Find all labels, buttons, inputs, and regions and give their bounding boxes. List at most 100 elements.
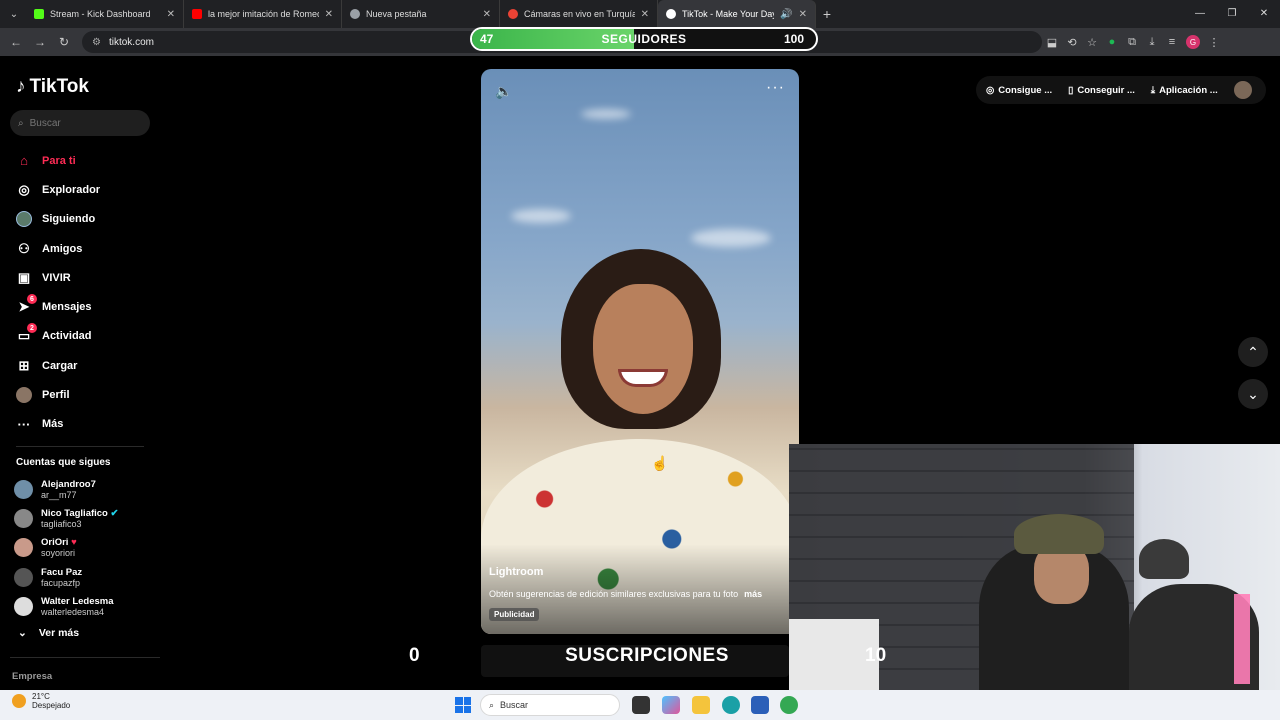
edge-icon[interactable] bbox=[722, 696, 740, 714]
home-icon: ⌂ bbox=[20, 153, 28, 169]
sidebar-item-label: VIVIR bbox=[42, 271, 71, 284]
extensions-icon[interactable]: ⧉ bbox=[1122, 36, 1142, 49]
avatar bbox=[14, 567, 33, 587]
star-icon[interactable]: ☆ bbox=[1082, 36, 1102, 49]
sidebar-item-vivir[interactable]: ▣ VIVIR bbox=[16, 263, 156, 292]
tab-tiktok[interactable]: TikTok - Make Your Day 🔊 ✕ bbox=[658, 0, 816, 28]
sidebar-item-mensajes[interactable]: ➤ 6 Mensajes bbox=[16, 292, 156, 321]
close-icon[interactable]: ✕ bbox=[799, 9, 807, 20]
user-avatar[interactable] bbox=[1234, 81, 1252, 99]
minimize-button[interactable]: — bbox=[1184, 0, 1216, 28]
subscriptions-title: SUSCRIPCIONES bbox=[565, 645, 729, 666]
followers-target: 100 bbox=[783, 32, 804, 46]
sidebar-item-cargar[interactable]: ⊞ Cargar bbox=[16, 351, 156, 380]
following-item[interactable]: Walter Ledesma walterledesma4 bbox=[14, 592, 118, 621]
webcam-overlay bbox=[789, 444, 1280, 690]
copilot-icon[interactable] bbox=[662, 696, 680, 714]
close-icon[interactable]: ✕ bbox=[167, 9, 175, 20]
tiktok-logo[interactable]: ♪ TikTok bbox=[16, 76, 89, 98]
sidebar-item-mas[interactable]: ··· Más bbox=[16, 410, 156, 439]
file-explorer-icon[interactable] bbox=[692, 696, 710, 714]
youtube-icon bbox=[192, 9, 202, 19]
sidebar-item-actividad[interactable]: ▭ 2 Actividad bbox=[16, 322, 156, 351]
video-author[interactable]: Lightroom bbox=[489, 566, 543, 578]
subscriptions-target: 10 bbox=[865, 645, 887, 666]
profile-avatar[interactable]: G bbox=[1186, 35, 1200, 49]
subscriptions-current: 0 bbox=[409, 645, 420, 666]
cloud-decoration bbox=[511, 209, 571, 223]
tab-new[interactable]: Nueva pestaña ✕ bbox=[342, 0, 500, 28]
sidebar-item-siguiendo[interactable]: Siguiendo bbox=[16, 205, 156, 234]
speaker-icon[interactable]: 🔊 bbox=[780, 9, 792, 20]
translate-icon[interactable]: ⟲ bbox=[1062, 36, 1082, 49]
next-video-button[interactable]: ⌄ bbox=[1238, 379, 1268, 409]
weather-widget[interactable]: 21°C Despejado bbox=[12, 692, 70, 710]
url-text: tiktok.com bbox=[108, 36, 154, 48]
following-item[interactable]: Alejandroo7 ar__m77 bbox=[14, 475, 118, 504]
avatar bbox=[14, 509, 33, 529]
store-icon[interactable] bbox=[751, 696, 769, 714]
sidebar-item-para-ti[interactable]: ⌂ Para ti bbox=[16, 146, 156, 175]
windows-start-icon[interactable] bbox=[455, 697, 471, 713]
site-info-icon[interactable]: ⚙ bbox=[92, 37, 101, 48]
volume-icon[interactable]: 🔈 bbox=[495, 83, 512, 100]
new-tab-button[interactable]: + bbox=[816, 6, 838, 22]
tab-search-button[interactable]: ⌄ bbox=[2, 3, 26, 25]
more-options-icon[interactable]: ··· bbox=[766, 79, 785, 97]
more-link[interactable]: más bbox=[744, 589, 762, 599]
search-input[interactable] bbox=[29, 117, 130, 129]
media-icon[interactable]: ≡ bbox=[1162, 36, 1182, 48]
desktop-app-button[interactable]: ⤓ Aplicación ... bbox=[1151, 85, 1218, 96]
followers-goal-bar: 47 SEGUIDORES 100 bbox=[470, 27, 818, 51]
taskbar-search-label: Buscar bbox=[500, 700, 529, 710]
account-handle: walterledesma4 bbox=[41, 606, 105, 617]
sidebar-item-label: Mensajes bbox=[42, 301, 92, 314]
previous-video-button[interactable]: ⌃ bbox=[1238, 337, 1268, 367]
restore-button[interactable]: ❐ bbox=[1216, 0, 1248, 28]
tab-youtube[interactable]: la mejor imitación de Romeo s ✕ bbox=[184, 0, 342, 28]
ad-badge: Publicidad bbox=[489, 608, 540, 621]
window-close-button[interactable]: ✕ bbox=[1248, 0, 1280, 28]
account-name: OriOri ♥ bbox=[41, 537, 77, 549]
download-icon[interactable]: ⤓ bbox=[1142, 36, 1162, 49]
back-icon[interactable]: ← bbox=[4, 35, 28, 49]
close-icon[interactable]: ✕ bbox=[325, 9, 333, 20]
sidebar-item-amigos[interactable]: ⚇ Amigos bbox=[16, 234, 156, 263]
following-item[interactable]: Nico Tagliafico ✔ tagliafico3 bbox=[14, 504, 118, 533]
cloud-decoration bbox=[581, 109, 631, 119]
more-icon: ··· bbox=[17, 416, 31, 432]
account-name: Nico Tagliafico ✔ bbox=[41, 508, 119, 520]
extension-green-icon[interactable]: ● bbox=[1102, 36, 1122, 48]
see-more-button[interactable]: ⌄ Ver más bbox=[18, 627, 79, 639]
menu-icon[interactable]: ⋮ bbox=[1204, 36, 1224, 49]
taskbar-search[interactable]: ⌕ Buscar bbox=[480, 694, 620, 716]
chrome-taskbar-icon[interactable] bbox=[780, 696, 798, 714]
sidebar-item-perfil[interactable]: Perfil bbox=[16, 380, 156, 409]
video-player[interactable]: 🔈 ··· Lightroom Obtén sugerencias de edi… bbox=[481, 69, 799, 634]
following-item[interactable]: Facu Paz facupazfp bbox=[14, 563, 118, 592]
reload-icon[interactable]: ↻ bbox=[52, 35, 76, 49]
forward-icon[interactable]: → bbox=[28, 35, 52, 49]
get-app-button[interactable]: ▯ Conseguir ... bbox=[1068, 85, 1135, 96]
task-view-icon[interactable] bbox=[632, 696, 650, 714]
cloud-decoration bbox=[691, 229, 771, 247]
following-item[interactable]: OriOri ♥ soyoriori bbox=[14, 533, 118, 562]
activity-icon: ▭ 2 bbox=[16, 323, 37, 344]
divider bbox=[10, 657, 160, 658]
tab-kick[interactable]: Stream - Kick Dashboard ✕ bbox=[26, 0, 184, 28]
sidebar-item-label: Siguiendo bbox=[42, 213, 96, 226]
install-app-icon[interactable]: ⬓ bbox=[1042, 36, 1062, 49]
weather-temp: 21°C bbox=[32, 692, 50, 701]
verified-icon: ✔ bbox=[110, 508, 119, 520]
tab-cameras[interactable]: Cámaras en vivo en Turquía ✕ bbox=[500, 0, 658, 28]
close-icon[interactable]: ✕ bbox=[641, 9, 649, 20]
sidebar-nav: ⌂ Para ti ◎ Explorador Siguiendo ⚇ Amigo… bbox=[16, 146, 156, 439]
search-box[interactable]: ⌕ bbox=[10, 110, 150, 136]
sidebar-item-label: Cargar bbox=[42, 359, 78, 372]
chevron-down-icon: ⌄ bbox=[18, 627, 27, 639]
close-icon[interactable]: ✕ bbox=[483, 9, 491, 20]
footer-link-empresa[interactable]: Empresa bbox=[12, 671, 52, 682]
second-person-cap bbox=[1139, 539, 1189, 579]
sidebar-item-explorador[interactable]: ◎ Explorador bbox=[16, 175, 156, 204]
get-coins-button[interactable]: ◎ Consigue ... bbox=[986, 85, 1052, 96]
